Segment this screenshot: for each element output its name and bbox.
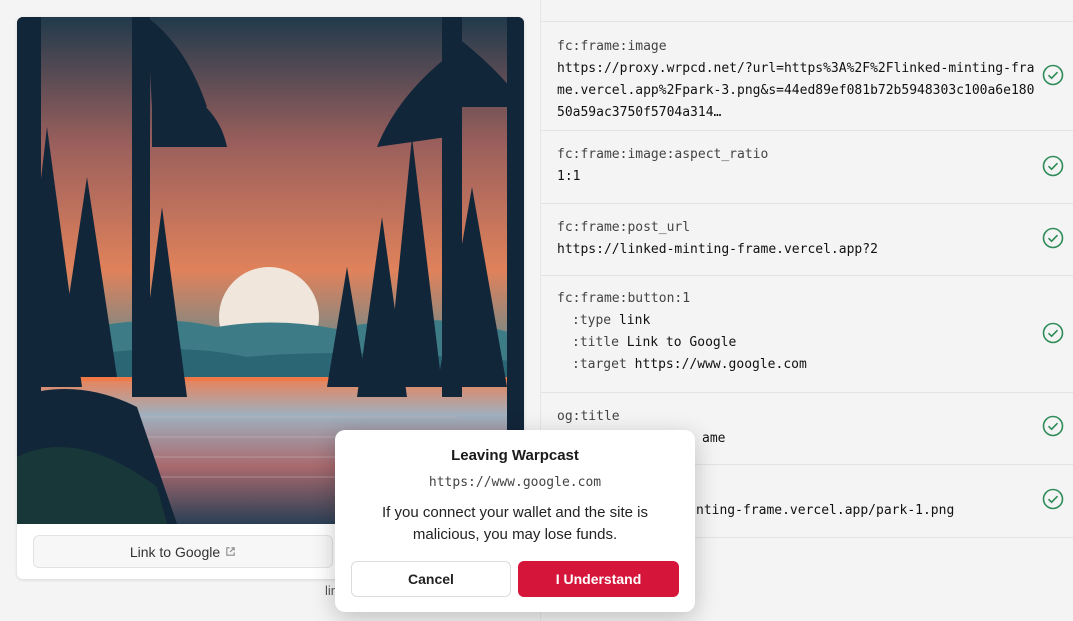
- check-circle-icon: [1042, 415, 1064, 437]
- meta-row-button-1: fc:frame:button:1 :type link :title Link…: [541, 276, 1073, 393]
- dialog-title: Leaving Warpcast: [451, 447, 579, 464]
- i-understand-button[interactable]: I Understand: [518, 561, 679, 597]
- meta-row-post-url: fc:frame:post_url https://linked-minting…: [541, 204, 1073, 276]
- meta-sub-target: :target https://www.google.com: [572, 357, 807, 372]
- meta-key: fc:frame:button:1: [557, 291, 691, 306]
- check-circle-icon: [1042, 227, 1064, 249]
- meta-key: fc:frame:image: [557, 39, 667, 54]
- check-circle-icon: [1042, 155, 1064, 177]
- meta-row-previous: [541, 0, 1073, 22]
- meta-sub-type: :type link: [572, 313, 651, 328]
- dialog-url: https://www.google.com: [428, 475, 602, 490]
- dialog-message: If you connect your wallet and the site …: [382, 504, 648, 543]
- meta-sub-title: :title Link to Google: [572, 335, 737, 350]
- check-circle-icon: [1042, 322, 1064, 344]
- meta-value: 1:1: [557, 169, 581, 184]
- check-circle-icon: [1042, 488, 1064, 510]
- leaving-warpcast-dialog: Leaving Warpcast https://www.google.com …: [335, 430, 695, 612]
- meta-value: https://proxy.wrpcd.net/?url=https%3A%2F…: [557, 61, 1035, 120]
- external-link-icon: [226, 547, 235, 556]
- meta-value: https://linked-minting-frame.vercel.app?…: [557, 242, 878, 257]
- frame-link-button[interactable]: Link to Google: [33, 535, 333, 568]
- meta-row-aspect-ratio: fc:frame:image:aspect_ratio 1:1: [541, 131, 1073, 204]
- meta-row-image: fc:frame:image https://proxy.wrpcd.net/?…: [541, 22, 1073, 131]
- meta-key: fc:frame:post_url: [557, 220, 691, 235]
- check-circle-icon: [1042, 64, 1064, 86]
- frame-link-button-label: Link to Google: [129, 543, 221, 560]
- meta-key: og:title: [557, 409, 620, 424]
- cancel-button[interactable]: Cancel: [351, 561, 511, 597]
- meta-key: fc:frame:image:aspect_ratio: [557, 147, 769, 162]
